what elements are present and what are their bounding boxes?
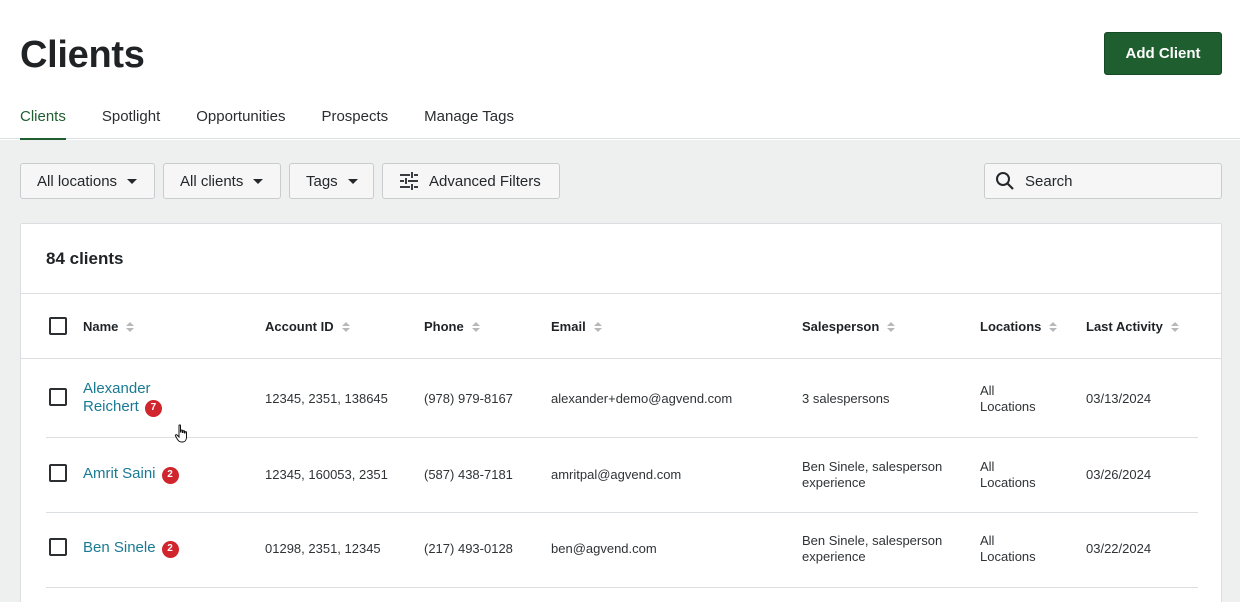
- client-name-line: Amrit Saini: [83, 465, 156, 482]
- phone-cell: (978) 979-8167: [424, 391, 513, 406]
- tab-prospects[interactable]: Prospects: [321, 108, 388, 139]
- salesperson-cell: Ben Sinele, salesperson experience: [802, 533, 942, 565]
- page-title: Clients: [20, 34, 145, 76]
- phone-cell: (587) 438-7181: [424, 467, 513, 482]
- locations-line: Locations: [980, 475, 1036, 490]
- row-checkbox[interactable]: [49, 538, 67, 556]
- sort-icon: [887, 321, 896, 332]
- sort-icon: [341, 321, 350, 332]
- salesperson-cell: Ben Sinele, salesperson experience: [802, 459, 942, 491]
- advanced-filters-icon: [400, 172, 418, 190]
- column-label: Email: [551, 319, 586, 334]
- table-row: Amrit Saini 2 12345, 160053, 2351 (587) 4…: [21, 438, 1221, 513]
- client-name-line: Alexander: [83, 380, 151, 397]
- notification-badge: 7: [144, 399, 162, 417]
- account-id-cell: 01298, 2351, 12345: [265, 541, 381, 556]
- salesperson-line: experience: [802, 475, 866, 490]
- last-activity-cell: 03/22/2024: [1086, 541, 1152, 556]
- column-label: Name: [83, 319, 119, 334]
- last-activity-cell: 03/26/2024: [1086, 467, 1152, 482]
- sort-icon: [471, 321, 480, 332]
- column-header-account-id[interactable]: Account ID: [265, 319, 350, 334]
- chevron-down-icon: [127, 178, 138, 184]
- column-label: Salesperson: [802, 319, 880, 334]
- select-all-checkbox[interactable]: [49, 317, 67, 335]
- salesperson-line: experience: [802, 549, 866, 564]
- locations-cell: All Locations: [980, 533, 1036, 565]
- hand-pointer-icon: [174, 424, 187, 443]
- salesperson-line: 3 salespersons: [802, 391, 890, 406]
- content-area: All locations All clients Tags Advanced …: [0, 140, 1240, 602]
- all-locations-dropdown[interactable]: All locations: [20, 163, 155, 199]
- email-cell: alexander+demo@agvend.com: [551, 391, 733, 406]
- tab-manage-tags[interactable]: Manage Tags: [424, 108, 514, 139]
- tab-opportunities[interactable]: Opportunities: [196, 108, 285, 139]
- client-name-line: Ben Sinele: [83, 539, 156, 556]
- client-name-link[interactable]: Ben Sinele 2: [83, 539, 179, 558]
- row-divider: [46, 587, 1198, 588]
- table-row: Alexander Reichert 7 12345, 2351, 138645 …: [21, 360, 1221, 438]
- clients-table-card: 84 clients Name Account ID Phone Email S…: [20, 223, 1222, 602]
- advanced-filters-label: Advanced Filters: [429, 172, 541, 190]
- locations-line: Locations: [980, 549, 1036, 564]
- sort-icon: [1049, 321, 1058, 332]
- page-header: Clients Add Client Clients Spotlight Opp…: [0, 0, 1240, 140]
- column-label: Account ID: [265, 319, 334, 334]
- table-header: Name Account ID Phone Email Salesperson …: [21, 294, 1221, 359]
- all-clients-dropdown[interactable]: All clients: [163, 163, 281, 199]
- row-checkbox[interactable]: [49, 388, 67, 406]
- locations-line: All: [980, 459, 995, 474]
- all-clients-label: All clients: [180, 172, 244, 190]
- column-label: Locations: [980, 319, 1042, 334]
- phone-cell: (217) 493-0128: [424, 541, 513, 556]
- client-name-link[interactable]: Amrit Saini 2: [83, 465, 179, 484]
- salesperson-cell: 3 salespersons: [802, 391, 889, 407]
- column-header-salesperson[interactable]: Salesperson: [802, 319, 896, 334]
- add-client-button[interactable]: Add Client: [1104, 32, 1222, 75]
- column-header-name[interactable]: Name: [83, 319, 135, 334]
- column-label: Phone: [424, 319, 464, 334]
- search-icon: [996, 172, 1014, 190]
- chevron-down-icon: [347, 178, 358, 184]
- locations-line: All: [980, 383, 995, 398]
- client-name-link[interactable]: Alexander Reichert 7: [83, 380, 162, 417]
- locations-line: All: [980, 533, 995, 548]
- salesperson-line: Ben Sinele, salesperson: [802, 459, 943, 474]
- search-box[interactable]: [984, 163, 1222, 199]
- notification-badge: 2: [161, 466, 179, 484]
- row-checkbox[interactable]: [49, 464, 67, 482]
- advanced-filters-button[interactable]: Advanced Filters: [382, 163, 560, 199]
- chevron-down-icon: [253, 178, 264, 184]
- account-id-cell: 12345, 2351, 138645: [265, 391, 388, 406]
- account-id-cell: 12345, 160053, 2351: [265, 467, 388, 482]
- tab-clients[interactable]: Clients: [20, 108, 66, 140]
- notification-badge: 2: [161, 540, 179, 558]
- tags-dropdown[interactable]: Tags: [289, 163, 374, 199]
- column-header-email[interactable]: Email: [551, 319, 602, 334]
- locations-cell: All Locations: [980, 383, 1036, 415]
- last-activity-cell: 03/13/2024: [1086, 391, 1152, 406]
- email-cell: ben@agvend.com: [551, 541, 657, 556]
- table-row: Ben Sinele 2 01298, 2351, 12345 (217) 493…: [21, 513, 1221, 588]
- column-header-locations[interactable]: Locations: [980, 319, 1058, 334]
- client-name-line: Reichert: [83, 398, 139, 415]
- column-header-last-activity[interactable]: Last Activity: [1086, 319, 1179, 334]
- client-count: 84 clients: [46, 249, 124, 268]
- column-header-phone[interactable]: Phone: [424, 319, 480, 334]
- all-locations-label: All locations: [37, 172, 118, 190]
- email-cell: amritpal@agvend.com: [551, 467, 682, 482]
- column-label: Last Activity: [1086, 319, 1163, 334]
- tags-label: Tags: [306, 172, 338, 190]
- locations-line: Locations: [980, 399, 1036, 414]
- tab-bar: Clients Spotlight Opportunities Prospect…: [20, 108, 550, 140]
- salesperson-line: Ben Sinele, salesperson: [802, 533, 943, 548]
- sort-icon: [126, 321, 135, 332]
- tab-spotlight[interactable]: Spotlight: [102, 108, 160, 139]
- sort-icon: [593, 321, 602, 332]
- search-input[interactable]: [1025, 172, 1205, 190]
- sort-icon: [1170, 321, 1179, 332]
- locations-cell: All Locations: [980, 459, 1036, 491]
